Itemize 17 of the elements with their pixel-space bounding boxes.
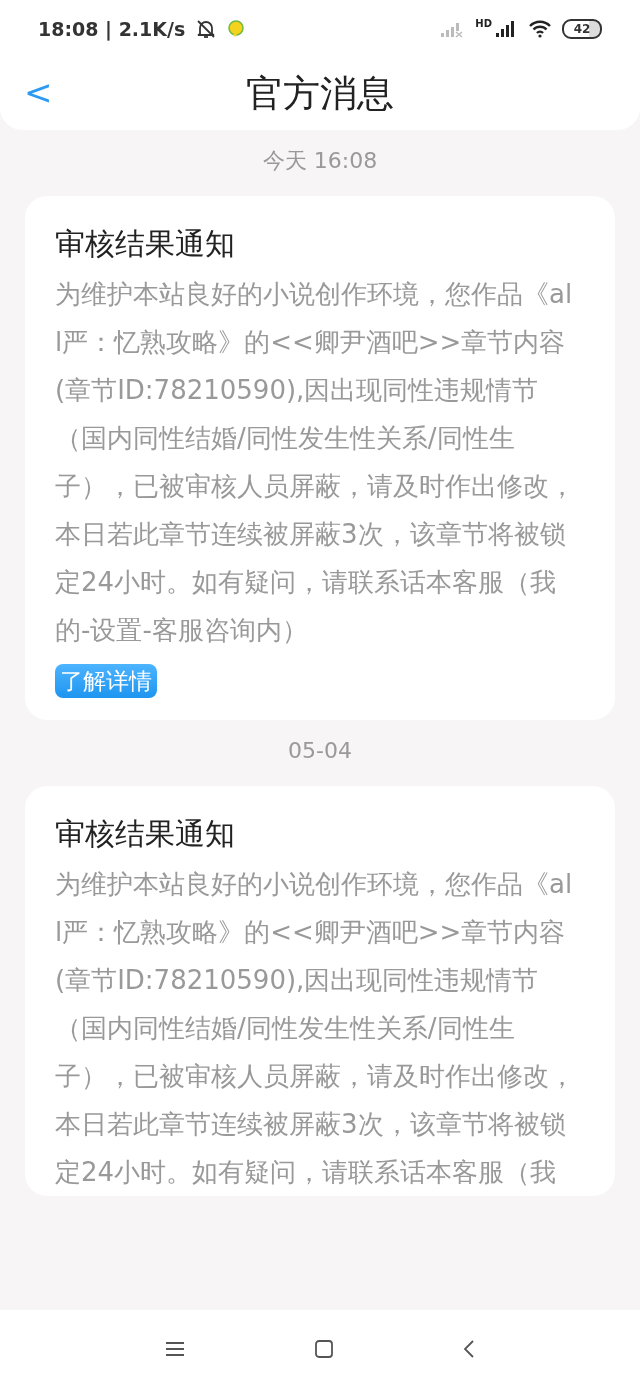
menu-icon[interactable] — [164, 1340, 185, 1357]
status-time: 18:08 | 2.1K/s — [38, 18, 186, 40]
message-body: 为维护本站良好的小说创作环境，您作品《all严：忆熟攻略》的<<卿尹酒吧>>章节内容(章节ID:78210590),因出现同性违规情节（国内同性结婚/同性发生性关系/同性生子），已被审核人员屏蔽，请及时作出修改，本日若此章节连续被屏蔽3次，该章节将被锁定24小时。如有疑问，请联系话本客服（我的-设置-客服咨询内） — [55, 278, 575, 647]
message-title: 审核结果通知 — [55, 815, 236, 853]
message-title: 审核结果通知 — [55, 225, 236, 263]
page-title: 官方消息 — [246, 71, 394, 117]
wifi-icon — [528, 20, 552, 38]
back-icon[interactable] — [463, 1338, 476, 1359]
details-button[interactable]: 了解详情 — [55, 664, 157, 698]
battery-indicator: 42 — [562, 19, 602, 39]
message-date: 今天 16:08 — [262, 147, 378, 175]
home-icon[interactable] — [314, 1338, 334, 1359]
back-button[interactable]: < — [20, 72, 57, 112]
network-label: HD — [475, 18, 492, 29]
chat-bubble-icon — [227, 20, 246, 38]
message-date: 05-04 — [288, 737, 352, 765]
message-body: 为维护本站良好的小说创作环境，您作品《all严：忆熟攻略》的<<卿尹酒吧>>章节内容(章节ID:78210590),因出现同性违规情节（国内同性结婚/同性发生性关系/同性生子），已被审核人员屏蔽，请及时作出修改，本日若此章节连续被屏蔽3次，该章节将被锁定24小时。如有疑问，请联系话本客服（我 — [55, 868, 575, 1189]
